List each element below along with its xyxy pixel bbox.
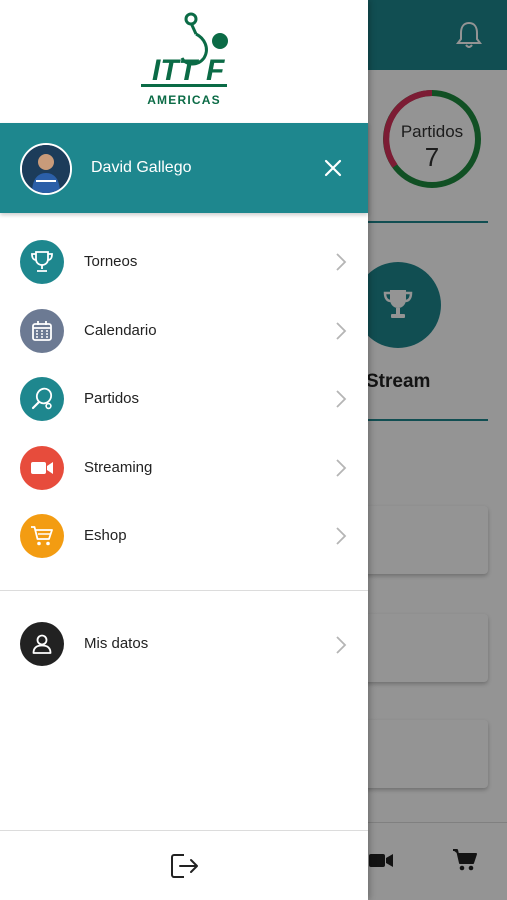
menu-item-label: Eshop	[84, 527, 127, 544]
menu-item-torneos[interactable]: Torneos	[0, 226, 368, 295]
menu-item-mis-datos[interactable]: Mis datos	[0, 609, 368, 679]
footer-divider	[0, 830, 368, 831]
video-icon	[31, 461, 53, 474]
chevron-right-icon	[336, 458, 347, 477]
user-header: David Gallego	[0, 123, 368, 213]
chevron-right-icon	[336, 321, 347, 340]
side-drawer: ITT F AMERICAS David Gallego Torneos Cal…	[0, 0, 368, 900]
menu-item-label: Partidos	[84, 390, 140, 407]
svg-text:ITT: ITT	[152, 54, 200, 87]
menu-icon-circle	[20, 240, 64, 284]
menu-icon-circle	[20, 308, 64, 353]
avatar[interactable]	[20, 143, 72, 195]
menu-icon-circle	[20, 377, 64, 421]
menu-item-streaming[interactable]: Streaming	[0, 432, 368, 501]
menu-item-eshop[interactable]: Eshop	[0, 500, 368, 569]
menu-icon-circle	[20, 622, 64, 666]
menu-item-label: Torneos	[84, 253, 138, 270]
menu-item-label: Mis datos	[84, 635, 149, 652]
logout-icon[interactable]	[170, 852, 200, 880]
chevron-right-icon	[336, 253, 347, 271]
paddle-icon	[31, 387, 53, 410]
chevron-right-icon	[336, 390, 347, 408]
chevron-right-icon	[336, 636, 347, 654]
drawer-menu: Torneos Calendario Partidos Streaming Es…	[0, 226, 368, 569]
menu-icon-circle	[20, 514, 64, 558]
menu-item-calendario[interactable]: Calendario	[0, 295, 368, 364]
trophy-icon	[31, 251, 53, 272]
cart-icon	[31, 526, 53, 546]
calendar-icon	[32, 320, 52, 341]
menu-item-label: Streaming	[84, 458, 153, 476]
chevron-right-icon	[336, 527, 347, 545]
menu-divider	[0, 590, 368, 591]
user-name: David Gallego	[91, 159, 192, 176]
logo-subtitle: AMERICAS	[147, 93, 221, 107]
menu-item-partidos[interactable]: Partidos	[0, 363, 368, 432]
user-icon	[32, 634, 52, 654]
menu-item-label: Calendario	[84, 321, 157, 339]
svg-text:F: F	[206, 54, 225, 87]
menu-icon-circle	[20, 445, 64, 490]
close-icon[interactable]	[322, 157, 344, 179]
